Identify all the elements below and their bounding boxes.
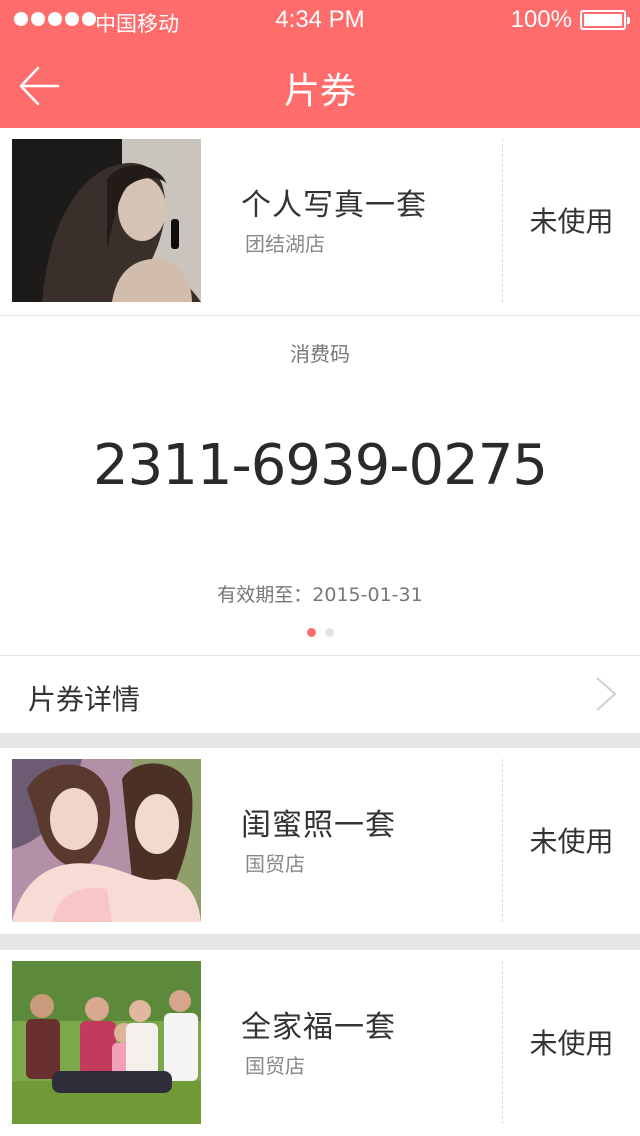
page-title: 片券 — [283, 71, 356, 112]
status-bar: 中国移动 4:34 PM 100% — [0, 0, 640, 40]
consumption-code-panel: 消费码 2311-6939-0275 有效期至：2015-01-31 — [0, 315, 640, 655]
coupon-card[interactable]: 全家福一套 国贸店 未使用 — [0, 950, 640, 1136]
coupon-store: 国贸店 — [245, 1054, 305, 1078]
code-label: 消费码 — [290, 342, 350, 366]
app-header: 中国移动 4:34 PM 100% 片券 — [0, 0, 640, 128]
coupon-photo — [12, 139, 201, 302]
page-dot-active — [306, 628, 316, 637]
coupon-store: 国贸店 — [245, 852, 305, 876]
page-dot — [324, 628, 334, 637]
coupon-status: 未使用 — [529, 825, 614, 858]
coupon-title: 全家福一套 — [241, 1010, 396, 1045]
coupon-detail-label: 片券详情 — [28, 683, 141, 716]
coupon-status: 未使用 — [529, 1027, 614, 1060]
section-separator — [0, 733, 640, 748]
page-indicator — [0, 628, 640, 637]
chevron-right-icon — [596, 677, 617, 711]
coupon-title: 闺蜜照一套 — [241, 808, 396, 843]
coupon-card[interactable]: 个人写真一套 团结湖店 未使用 — [0, 128, 640, 314]
coupon-status: 未使用 — [529, 205, 614, 238]
coupon-photo — [12, 961, 201, 1124]
battery-icon — [580, 10, 630, 30]
coupon-store: 团结湖店 — [245, 232, 325, 256]
coupon-card[interactable]: 闺蜜照一套 国贸店 未使用 — [0, 748, 640, 934]
expiry-date: 有效期至：2015-01-31 — [217, 584, 423, 606]
section-separator — [0, 934, 640, 950]
coupon-photo — [12, 759, 201, 922]
coupon-detail-row[interactable]: 片券详情 — [0, 655, 640, 733]
consumption-code: 2311-6939-0275 — [93, 433, 548, 498]
battery-percent: 100% — [510, 6, 572, 33]
coupon-title: 个人写真一套 — [241, 188, 427, 223]
